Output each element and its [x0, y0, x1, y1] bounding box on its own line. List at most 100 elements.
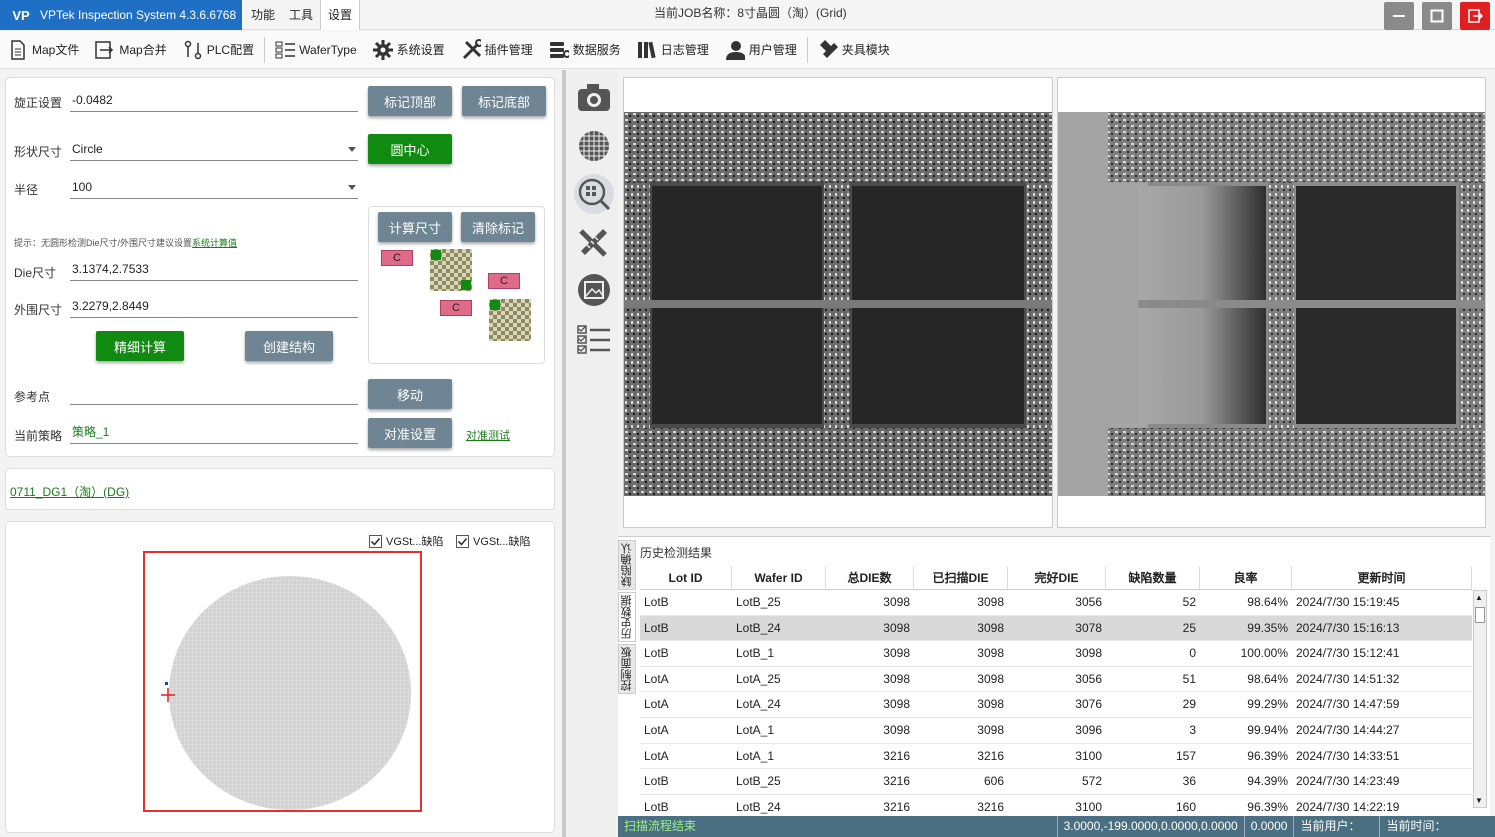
table-cell: 94.39%	[1247, 774, 1288, 789]
column-header[interactable]: Wafer ID	[732, 566, 826, 589]
align-setting-button[interactable]: 对准设置	[368, 418, 452, 448]
defect-filter-label: VGSt...缺陷	[386, 536, 444, 548]
table-cell: 606	[983, 774, 1004, 789]
table-cell: 51	[1182, 671, 1196, 686]
table-cell: LotB	[644, 595, 669, 609]
toolbar-system-settings[interactable]: 系统设置	[365, 35, 453, 65]
table-cell: 3098	[883, 620, 910, 635]
defect-filter-2[interactable]: VGSt...缺陷	[456, 533, 530, 549]
image-view-button[interactable]	[574, 270, 614, 310]
corner-mark-3: C	[440, 300, 472, 316]
job-title: 当前JOB名称：8寸晶圆（淘）(Grid)	[654, 6, 847, 20]
system-calc-link[interactable]: 系统计算值	[192, 238, 237, 248]
column-header[interactable]: 总DIE数	[826, 566, 914, 589]
create-structure-button[interactable]: 创建结构	[245, 331, 333, 361]
toolbar-wafertype[interactable]: WaferType	[267, 35, 365, 65]
table-cell: LotA_1	[736, 748, 775, 763]
toolbar-label: Map合并	[119, 43, 167, 57]
table-scrollbar[interactable]: ▲ ▼	[1473, 590, 1487, 808]
mark-bottom-button[interactable]: 标记底部	[462, 86, 546, 116]
job-link[interactable]: 0711_DG1（淘）(DG)	[10, 483, 129, 500]
tab-control-panel[interactable]: 控制面板	[618, 644, 636, 694]
image-viewer-right[interactable]	[1057, 77, 1486, 528]
toolbar-user-management[interactable]: 用户管理	[717, 35, 805, 65]
column-header[interactable]: 已扫描DIE	[914, 566, 1008, 589]
column-header[interactable]: 完好DIE	[1008, 566, 1106, 589]
toolbar-map-file[interactable]: Map文件	[0, 35, 87, 65]
scroll-up-icon[interactable]: ▲	[1475, 593, 1483, 602]
circle-center-button[interactable]: 圆中心	[368, 134, 452, 164]
checklist-button[interactable]	[574, 320, 614, 360]
shape-label: 形状尺寸	[14, 145, 63, 159]
table-cell: LotB	[644, 646, 669, 661]
table-row[interactable]: LotB LotB_24 3098 3098 3078 25 99.35% 2024/7/30…	[640, 615, 1472, 642]
die-size-label: Die尺寸	[14, 266, 57, 280]
wafer-grid-icon	[579, 131, 609, 161]
table-row[interactable]: LotB LotB_25 3216 606 572 36 94.39% 2024/7/30 1…	[640, 769, 1472, 795]
camera-button[interactable]	[574, 78, 614, 118]
toolbar-log-management[interactable]: 日志管理	[629, 35, 717, 65]
shape-select[interactable]: Circle	[70, 139, 358, 161]
toolbar-label: Map文件	[32, 43, 80, 57]
strategy-input[interactable]: 策略_1	[70, 422, 358, 444]
minimize-button[interactable]	[1384, 2, 1414, 30]
align-test-link[interactable]: 对准测试	[466, 427, 510, 443]
table-row[interactable]: LotB LotB_1 3098 3098 3098 0 100.00% 2024/7/30 …	[640, 641, 1472, 667]
column-header[interactable]: 更新时间	[1292, 566, 1472, 589]
table-row[interactable]: LotB LotB_24 3216 3216 3100 160 96.39% 2024/7/3…	[640, 795, 1472, 815]
measure-tools-button[interactable]	[574, 222, 614, 262]
die-image-left	[624, 112, 1052, 496]
table-row[interactable]: LotB LotB_25 3098 3098 3056 52 98.64% 2024/7/30…	[640, 590, 1472, 616]
radius-select[interactable]: 100	[70, 177, 358, 199]
toolbar-plugin-management[interactable]: 插件管理	[453, 35, 541, 65]
maximize-button[interactable]	[1422, 2, 1452, 30]
toolbar-label: 数据服务	[572, 43, 621, 57]
column-header[interactable]: 良率	[1200, 566, 1292, 589]
fixture-icon	[818, 39, 838, 60]
column-header[interactable]: 缺陷数量	[1106, 566, 1200, 589]
column-header[interactable]: Lot ID	[640, 566, 732, 589]
table-cell: 96.39%	[1247, 748, 1288, 763]
table-cell: 52	[1182, 595, 1196, 609]
menu-tools[interactable]: 工具	[282, 0, 320, 30]
table-row[interactable]: LotA LotA_1 3216 3216 3100 157 96.39% 2024/7/30…	[640, 744, 1472, 770]
rotation-input[interactable]: -0.0482	[70, 90, 358, 112]
die-size-input[interactable]: 3.1374,2.7533	[70, 259, 358, 281]
toolbar-data-service[interactable]: 数据服务	[541, 35, 629, 65]
close-button[interactable]	[1460, 2, 1490, 30]
table-cell: 3076	[1075, 697, 1102, 712]
mark-top-button[interactable]: 标记顶部	[368, 86, 452, 116]
reference-point-input[interactable]	[70, 383, 358, 405]
table-row[interactable]: LotA LotA_24 3098 3098 3076 29 99.29% 2024/7/30…	[640, 692, 1472, 718]
clear-mark-button[interactable]: 清除标记	[461, 212, 535, 242]
table-row[interactable]: LotA LotA_1 3098 3098 3096 3 99.94% 2024/7/30 1…	[640, 718, 1472, 744]
maximize-icon	[1430, 9, 1444, 23]
wafer-zoom-icon	[578, 178, 611, 211]
wafer-zoom-button[interactable]	[574, 174, 614, 214]
menu-function[interactable]: 功能	[244, 0, 282, 30]
wafer-map-view[interactable]	[143, 551, 422, 812]
toolbar-map-merge[interactable]: Map合并	[87, 35, 174, 65]
fine-calc-button[interactable]: 精细计算	[96, 331, 184, 361]
table-cell: 3056	[1075, 671, 1102, 686]
menu-settings[interactable]: 设置	[320, 0, 361, 30]
toolbar-plc-config[interactable]: PLC配置	[175, 35, 262, 65]
table-cell: 99.35%	[1247, 620, 1288, 635]
table-header: Lot ID Wafer ID 总DIE数 已扫描DIE 完好DIE 缺陷数量 …	[640, 566, 1472, 590]
toolbar-fixture-module[interactable]: 夹具模块	[810, 35, 898, 65]
image-viewer-left[interactable]	[623, 77, 1053, 528]
rotation-label: 旋正设置	[14, 96, 63, 110]
table-row[interactable]: LotA LotA_25 3098 3098 3056 51 98.64% 2024/7/30…	[640, 667, 1472, 693]
scrollbar-thumb[interactable]	[1475, 607, 1485, 623]
move-button[interactable]: 移动	[368, 379, 452, 409]
outer-size-input[interactable]: 3.2279,2.8449	[70, 296, 358, 318]
wafer-grid-button[interactable]	[574, 126, 614, 166]
scroll-down-icon[interactable]: ▼	[1475, 796, 1483, 805]
tab-defect-confirm[interactable]: 缺陷确认	[618, 540, 636, 590]
toolbar-label: WaferType	[299, 42, 357, 57]
strategy-label: 当前策略	[14, 429, 63, 443]
checklist-icon	[577, 325, 610, 354]
calc-size-button[interactable]: 计算尺寸	[378, 212, 452, 242]
tab-history-data[interactable]: 历史数据	[618, 592, 636, 642]
defect-filter-1[interactable]: VGSt...缺陷	[369, 533, 443, 549]
